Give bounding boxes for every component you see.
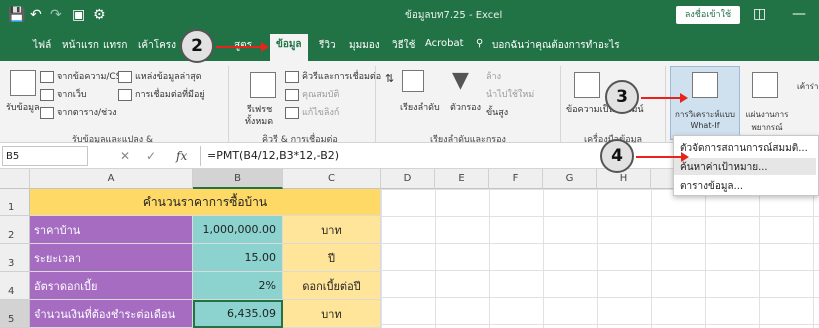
print-preview-icon[interactable]: ▣ — [72, 7, 85, 23]
connection-icon — [118, 88, 132, 101]
value-cell[interactable]: 2% — [193, 272, 283, 300]
search-icon[interactable]: ⚲ — [476, 38, 483, 49]
tab-review[interactable]: รีวิว — [319, 38, 336, 53]
properties-icon — [285, 88, 299, 101]
existing-connections-button[interactable]: การเชื่อมต่อที่มีอยู่ — [118, 87, 205, 101]
column-header-g[interactable]: G — [543, 169, 597, 189]
row-header[interactable]: 3 — [0, 244, 30, 272]
unit-cell[interactable]: ดอกเบี้ยต่อปี — [283, 272, 381, 300]
undo-icon[interactable]: ↶ — [30, 7, 42, 23]
queries-connections-button[interactable]: คิวรีและการเชื่อมต่อ — [285, 69, 381, 83]
tell-me-box[interactable]: บอกฉันว่าคุณต้องการทำอะไร — [492, 38, 620, 53]
cancel-icon[interactable]: ✕ — [120, 149, 130, 163]
row-header[interactable]: 4 — [0, 272, 30, 300]
tab-data[interactable]: ข้อมูล — [270, 34, 308, 61]
label-cell[interactable]: ระยะเวลา — [30, 244, 193, 272]
arrow-to-what-if — [641, 93, 688, 103]
row-header[interactable]: 5 — [0, 300, 30, 328]
value-cell[interactable]: 15.00 — [193, 244, 283, 272]
column-header-h[interactable]: H — [597, 169, 651, 189]
callout-step-4: 4 — [600, 139, 634, 173]
tab-file[interactable]: ไฟล์ — [33, 38, 51, 53]
unit-cell[interactable]: ปี — [283, 244, 381, 272]
text-file-icon — [40, 70, 54, 83]
get-data-icon[interactable] — [10, 70, 36, 96]
redo-icon[interactable]: ↷ — [50, 7, 62, 23]
column-header-f[interactable]: F — [489, 169, 543, 189]
properties-button[interactable]: คุณสมบัติ — [285, 87, 339, 101]
label-cell[interactable]: ราคาบ้าน — [30, 216, 193, 244]
tab-home[interactable]: หน้าแรก — [62, 38, 99, 53]
from-web-button[interactable]: จากเว็บ — [40, 87, 87, 101]
tab-view[interactable]: มุมมอง — [349, 38, 380, 53]
group-separator — [560, 66, 561, 142]
clear-button[interactable]: ล้าง — [486, 69, 501, 83]
recent-icon — [118, 70, 132, 83]
forecast-sheet-button[interactable]: แผ่นงานการพยากรณ์ — [744, 108, 790, 134]
confirm-icon[interactable]: ✓ — [146, 149, 156, 163]
what-if-label: การวิเคราะห์แบบ What-If — [675, 110, 735, 130]
sign-in-button[interactable]: ลงชื่อเข้าใช้ — [676, 6, 740, 24]
minimize-icon[interactable]: — — [792, 6, 806, 22]
refresh-icon[interactable] — [250, 72, 276, 98]
column-header-e[interactable]: E — [435, 169, 489, 189]
table-icon — [40, 106, 54, 119]
what-if-icon — [692, 72, 718, 98]
sort-button[interactable]: เรียงลำดับ — [400, 100, 440, 114]
sort-dialog-icon[interactable] — [402, 70, 424, 92]
goal-seek-item[interactable]: ค้นหาค่าเป้าหมาย... — [680, 160, 768, 175]
unit-cell[interactable]: บาท — [283, 216, 381, 244]
column-header-c[interactable]: C — [283, 169, 381, 189]
advanced-button[interactable]: ขั้นสูง — [486, 105, 508, 119]
web-icon — [40, 88, 54, 101]
arrow-to-data-tab — [216, 42, 269, 52]
reapply-button[interactable]: นำไปใช้ใหม่ — [486, 87, 534, 101]
group-separator — [228, 66, 229, 142]
sort-az-icon[interactable]: ⇅ — [385, 72, 394, 85]
select-all-corner[interactable] — [0, 169, 30, 189]
save-icon[interactable]: 💾 — [8, 7, 25, 23]
outline-button[interactable]: เค้าร่าง — [797, 80, 819, 93]
callout-step-2: 2 — [180, 29, 214, 63]
row-header[interactable]: 1 — [0, 189, 30, 216]
insert-function-icon[interactable]: fx — [176, 149, 187, 163]
group-separator — [375, 66, 376, 142]
links-icon — [285, 106, 299, 119]
row-header[interactable]: 2 — [0, 216, 30, 244]
column-header-d[interactable]: D — [381, 169, 435, 189]
column-header-b[interactable]: B — [193, 169, 283, 189]
from-table-button[interactable]: จากตาราง/ช่วง — [40, 105, 117, 119]
forecast-sheet-icon[interactable] — [752, 72, 778, 98]
queries-icon — [285, 70, 299, 83]
tab-help[interactable]: วิธีใช้ — [392, 38, 415, 53]
value-cell[interactable]: 1,000,000.00 — [193, 216, 283, 244]
selected-value-cell[interactable]: 6,435.09 — [193, 300, 283, 328]
ribbon-display-icon[interactable]: ◫ — [753, 6, 766, 22]
filter-icon[interactable]: ▼ — [452, 68, 469, 93]
label-cell[interactable]: จำนวนเงินที่ต้องชำระต่อเดือน — [30, 300, 193, 328]
label-cell[interactable]: อัตราดอกเบี้ย — [30, 272, 193, 300]
from-text-button[interactable]: จากข้อความ/CSV — [40, 69, 128, 83]
group-separator — [665, 66, 666, 142]
window-title: ข้อมูลบท7.25 - Excel — [405, 10, 503, 21]
scenario-manager-item[interactable]: ตัวจัดการสถานการณ์สมมติ... — [680, 141, 808, 156]
unit-cell[interactable]: บาท — [283, 300, 381, 328]
column-header-a[interactable]: A — [30, 169, 193, 189]
refresh-all-label: ทั้งหมด — [245, 117, 274, 127]
arrow-to-goal-seek — [636, 152, 689, 162]
title-cell[interactable]: คำนวนราคาการซื้อบ้าน — [30, 189, 381, 216]
callout-step-3: 3 — [605, 80, 639, 114]
empty-grid[interactable] — [381, 189, 819, 328]
text-to-columns-icon[interactable] — [574, 72, 600, 98]
filter-button[interactable]: ตัวกรอง — [450, 100, 481, 114]
recent-sources-button[interactable]: แหล่งข้อมูลล่าสุด — [118, 69, 202, 83]
customize-qat-icon[interactable]: ⚙ — [93, 7, 106, 23]
tab-acrobat[interactable]: Acrobat — [425, 38, 464, 49]
data-table-item[interactable]: ตารางข้อมูล... — [680, 179, 743, 194]
edit-links-button[interactable]: แก้ไขลิงก์ — [285, 105, 339, 119]
name-box[interactable]: B5 — [2, 146, 88, 166]
tab-layout[interactable]: เค้าโครง — [138, 38, 176, 53]
get-data-button[interactable]: รับข้อมูล — [6, 100, 40, 114]
tab-insert[interactable]: แทรก — [103, 38, 127, 53]
